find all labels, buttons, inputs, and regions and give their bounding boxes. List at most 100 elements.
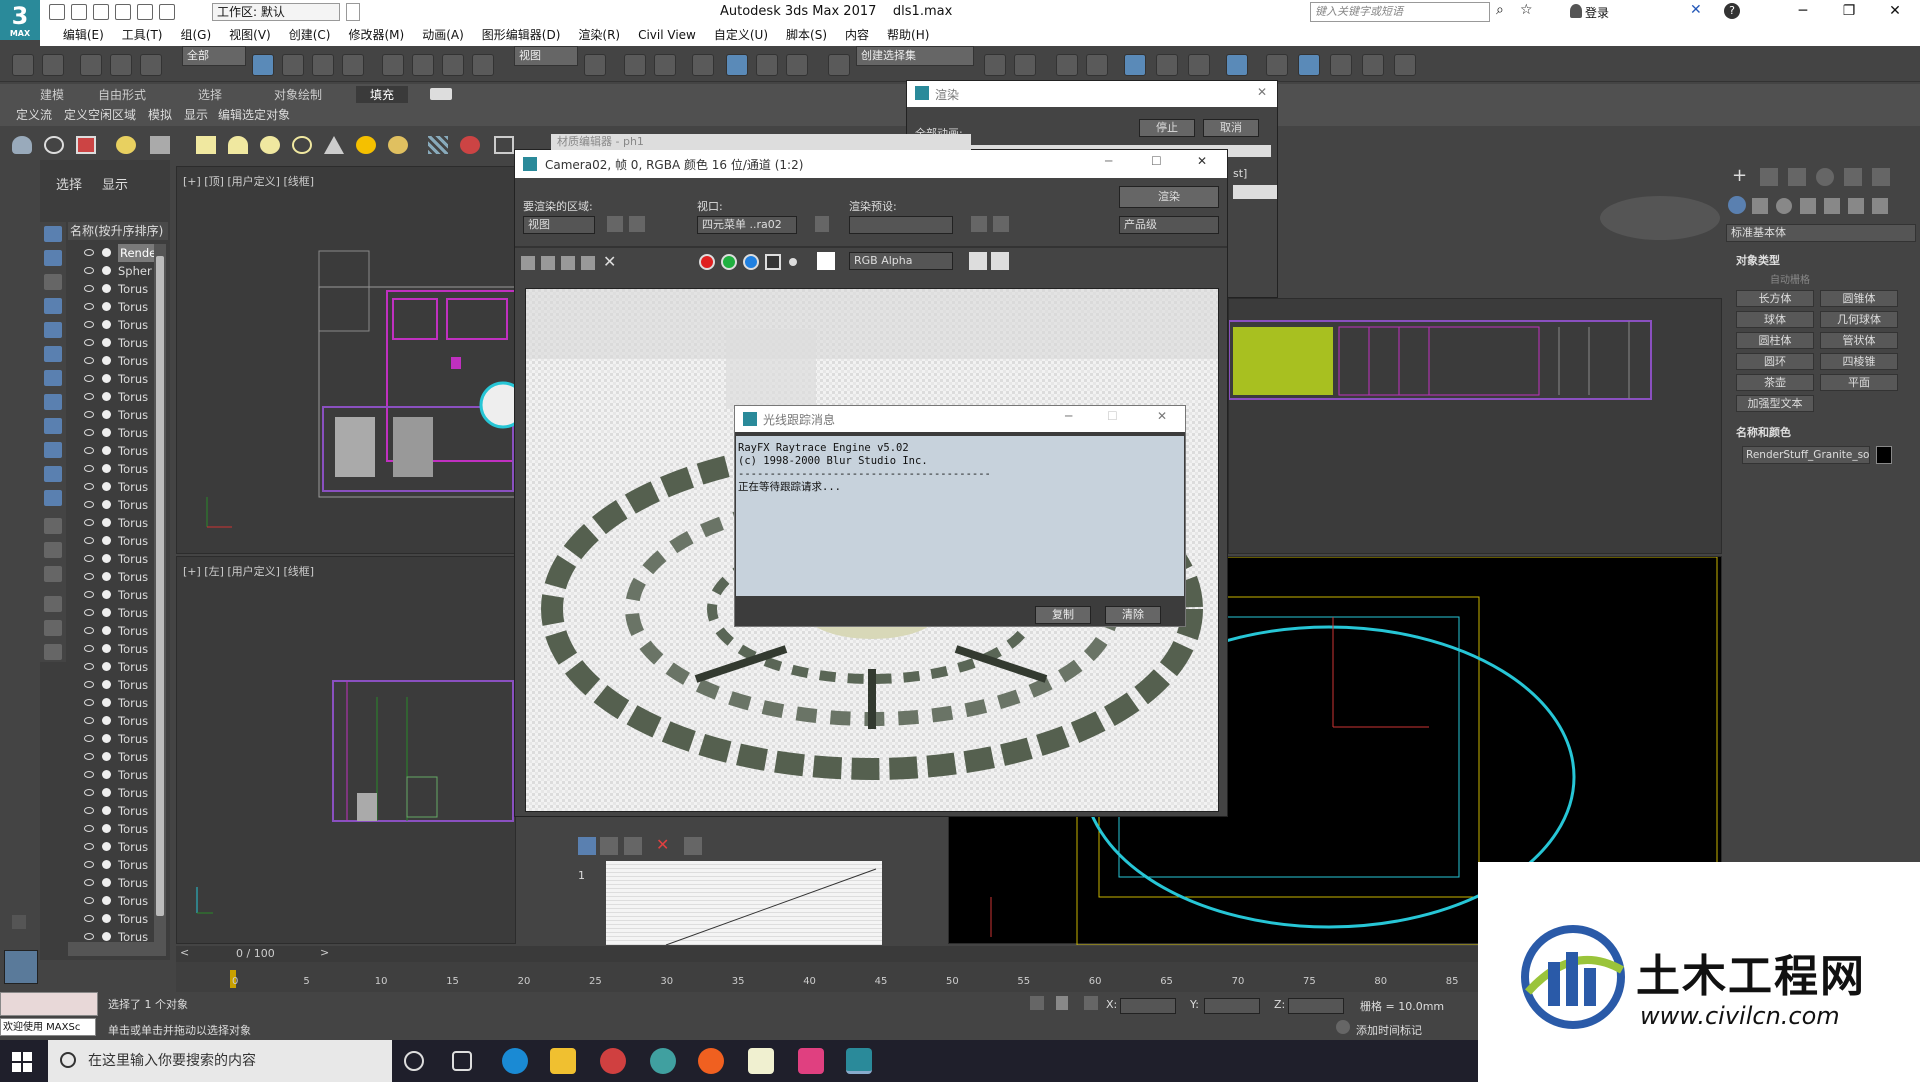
bind-spacewarp-icon[interactable] [140, 54, 162, 76]
visibility-eye-icon[interactable] [84, 609, 94, 616]
save-icon[interactable] [93, 4, 109, 20]
visibility-eye-icon[interactable] [84, 753, 94, 760]
selection-lock-icon[interactable] [1056, 996, 1068, 1010]
visibility-eye-icon[interactable] [84, 843, 94, 850]
lock-icon[interactable] [44, 644, 62, 660]
visibility-eye-icon[interactable] [84, 267, 94, 274]
cylinder-button[interactable]: 圆柱体 [1736, 332, 1814, 349]
curve-editor-icon[interactable] [1156, 54, 1178, 76]
freeze-dot-icon[interactable] [102, 716, 111, 725]
visibility-eye-icon[interactable] [84, 933, 94, 940]
filter-bones-icon[interactable] [44, 418, 62, 434]
menu-rendering[interactable]: 渲染(R) [569, 24, 629, 46]
image-app-icon[interactable] [798, 1048, 824, 1074]
keyboard-shortcut-icon[interactable] [654, 54, 676, 76]
visibility-eye-icon[interactable] [84, 447, 94, 454]
close-button[interactable]: ✕ [1872, 0, 1918, 24]
explorer-tab-select[interactable]: 选择 [56, 174, 82, 193]
sphere-icon[interactable] [260, 136, 280, 154]
clear-button[interactable]: 清除 [1105, 606, 1161, 624]
render-in-cloud-icon[interactable] [1394, 54, 1416, 76]
box-button[interactable]: 长方体 [1736, 290, 1814, 307]
copy-button[interactable]: 复制 [1035, 606, 1091, 624]
clone-window-icon[interactable] [561, 256, 575, 270]
viewport-left[interactable]: [+] [左] [用户定义] [线框] [176, 556, 516, 944]
time-prev-arrow[interactable]: < [180, 946, 189, 959]
hierarchy-tab-icon[interactable] [1788, 168, 1806, 186]
container-icon[interactable] [494, 136, 514, 154]
area-to-render-dropdown[interactable]: 视图 [523, 216, 595, 234]
freeze-dot-icon[interactable] [102, 680, 111, 689]
toggle-ui-overlay-icon[interactable] [969, 252, 987, 270]
freeze-dot-icon[interactable] [102, 320, 111, 329]
blue-channel-toggle[interactable] [743, 254, 759, 270]
curve-graph[interactable] [606, 861, 882, 946]
ribbon-options-icon[interactable] [430, 88, 452, 100]
object-color-swatch[interactable] [1876, 446, 1892, 464]
link-icon[interactable] [80, 54, 102, 76]
visibility-eye-icon[interactable] [84, 789, 94, 796]
copy-image-icon[interactable] [541, 256, 555, 270]
freeze-dot-icon[interactable] [102, 752, 111, 761]
filter-containers-icon[interactable] [44, 442, 62, 458]
camera-icon[interactable] [76, 136, 96, 154]
freeze-dot-icon[interactable] [102, 806, 111, 815]
material-editor-behind-title[interactable]: 材质编辑器 - ph1 [551, 134, 971, 150]
menu-group[interactable]: 组(G) [171, 24, 220, 46]
render-preset-dropdown[interactable] [849, 216, 953, 234]
scale-keys-icon[interactable] [624, 837, 642, 855]
clear-color-swatch[interactable] [817, 252, 835, 270]
curve-tangent-icon[interactable] [684, 837, 702, 855]
display-dependents-icon[interactable] [44, 566, 62, 582]
menu-tools[interactable]: 工具(T) [113, 24, 172, 46]
mirror-icon[interactable] [984, 54, 1006, 76]
stop-button[interactable]: 停止 [1139, 119, 1195, 137]
plane-button[interactable]: 平面 [1820, 374, 1898, 391]
redo-icon[interactable] [137, 4, 153, 20]
viewcube-icon[interactable] [1600, 196, 1720, 240]
visibility-eye-icon[interactable] [84, 483, 94, 490]
schematic-view-icon[interactable] [1188, 54, 1210, 76]
motion-tab-icon[interactable] [1816, 168, 1834, 186]
render-setup-icon[interactable] [1266, 54, 1288, 76]
tube-button[interactable]: 管状体 [1820, 332, 1898, 349]
ribbon-toggle-icon[interactable] [1124, 54, 1146, 76]
freeze-dot-icon[interactable] [102, 392, 111, 401]
chat-app-icon[interactable] [600, 1048, 626, 1074]
select-by-name-icon[interactable] [282, 54, 304, 76]
y-coord-field[interactable] [1204, 998, 1260, 1014]
dynamics-icon[interactable] [460, 136, 480, 154]
cone-button[interactable]: 圆锥体 [1820, 290, 1898, 307]
freeze-dot-icon[interactable] [102, 590, 111, 599]
sphere-button[interactable]: 球体 [1736, 311, 1814, 328]
freeze-dot-icon[interactable] [102, 284, 111, 293]
move-keys-icon[interactable] [578, 837, 596, 855]
alpha-channel-toggle[interactable] [765, 254, 781, 270]
time-tag-icon[interactable] [1336, 1020, 1350, 1034]
maxscript-mini-listener[interactable]: 欢迎使用 MAXSc [0, 1018, 96, 1036]
visibility-eye-icon[interactable] [84, 681, 94, 688]
freeze-dot-icon[interactable] [102, 464, 111, 473]
teapot-icon[interactable] [12, 136, 32, 154]
rendered-frame-window-icon[interactable] [1298, 54, 1320, 76]
filter-xrefs-icon[interactable] [44, 394, 62, 410]
helpers-category-icon[interactable] [1824, 198, 1840, 214]
frame-close-button[interactable]: ✕ [1197, 154, 1207, 168]
favorites-icon[interactable]: ☆ [1520, 2, 1533, 18]
taskbar-search-input[interactable]: 在这里输入你要搜索的内容 [48, 1040, 392, 1082]
minimize-button[interactable]: ─ [1780, 0, 1826, 24]
snaps-toggle-icon[interactable] [692, 54, 714, 76]
ribbon-tab-populate[interactable]: 填充 [356, 86, 409, 103]
visibility-eye-icon[interactable] [84, 591, 94, 598]
filter-geometry-icon[interactable] [44, 226, 62, 242]
freeze-dot-icon[interactable] [102, 914, 111, 923]
lock-viewport-icon[interactable] [815, 216, 829, 232]
sphere-material-icon[interactable] [388, 136, 408, 154]
visibility-eye-icon[interactable] [84, 771, 94, 778]
visibility-eye-icon[interactable] [84, 411, 94, 418]
systems-category-icon[interactable] [1872, 198, 1888, 214]
toggle-ui-icon[interactable] [991, 252, 1009, 270]
game-app-icon[interactable] [650, 1048, 676, 1074]
layer-explorer-icon[interactable] [1086, 54, 1108, 76]
freeze-dot-icon[interactable] [102, 266, 111, 275]
